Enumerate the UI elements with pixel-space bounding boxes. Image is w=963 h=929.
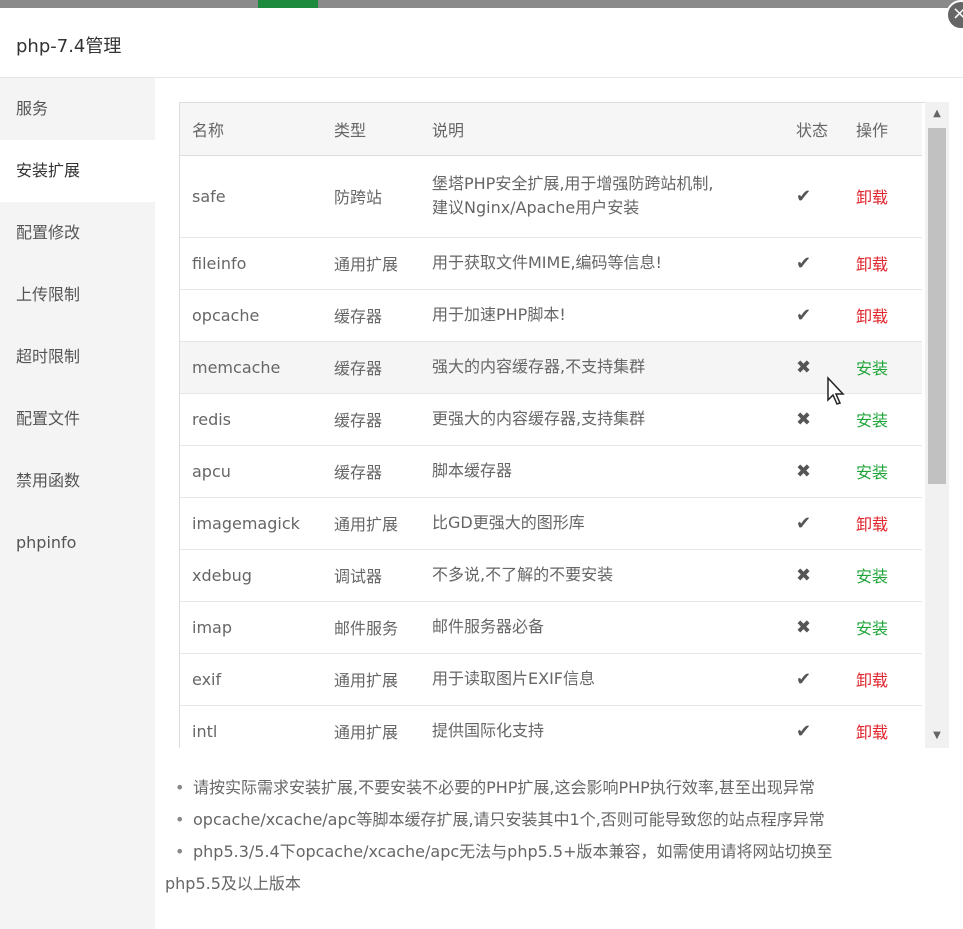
ext-name: opcache (180, 289, 322, 342)
check-icon: ✔ (784, 289, 844, 342)
check-icon: ✔ (784, 705, 844, 748)
install-link[interactable]: 安装 (844, 549, 922, 602)
install-link[interactable]: 安装 (844, 601, 922, 654)
ext-name: redis (180, 393, 322, 446)
sidebar-item-config-modify[interactable]: 配置修改 (0, 202, 155, 264)
sidebar-item-upload-limit[interactable]: 上传限制 (0, 264, 155, 326)
cross-icon: ✖ (784, 445, 844, 498)
table-row: imap 邮件服务 邮件服务器必备 ✖ 安装 (180, 601, 922, 654)
table-row: opcache 缓存器 用于加速PHP脚本! ✔ 卸载 (180, 289, 922, 342)
sidebar-item-phpinfo[interactable]: phpinfo (0, 512, 155, 574)
check-icon: ✔ (784, 155, 844, 238)
install-link[interactable]: 安装 (844, 445, 922, 498)
ext-desc: 用于加速PHP脚本! (420, 289, 784, 342)
ext-type: 通用扩展 (322, 653, 420, 706)
table-row: exif 通用扩展 用于读取图片EXIF信息 ✔ 卸载 (180, 653, 922, 706)
table-row: redis 缓存器 更强大的内容缓存器,支持集群 ✖ 安装 (180, 393, 922, 446)
ext-desc: 不多说,不了解的不要安装 (420, 549, 784, 602)
scroll-down-arrow-icon[interactable]: ▼ (925, 724, 949, 748)
ext-name: fileinfo (180, 237, 322, 290)
uninstall-link[interactable]: 卸载 (844, 653, 922, 706)
ext-name: exif (180, 653, 322, 706)
ext-desc-line1: 堡塔PHP安全扩展,用于增强防跨站机制, (432, 174, 714, 193)
ext-desc: 提供国际化支持 (420, 705, 784, 748)
ext-desc: 堡塔PHP安全扩展,用于增强防跨站机制, 建议Nginx/Apache用户安装 (420, 155, 784, 238)
cross-icon: ✖ (784, 601, 844, 654)
ext-type: 通用扩展 (322, 705, 420, 748)
uninstall-link[interactable]: 卸载 (844, 289, 922, 342)
ext-type: 缓存器 (322, 445, 420, 498)
ext-name: safe (180, 155, 322, 238)
header-state: 状态 (784, 103, 844, 156)
mouse-pointer-icon (827, 376, 845, 405)
ext-type: 缓存器 (322, 289, 420, 342)
table-row: apcu 缓存器 脚本缓存器 ✖ 安装 (180, 445, 922, 498)
extension-table: 名称 类型 说明 状态 操作 safe 防跨站 堡塔PHP安全扩展,用于增强防跨… (180, 103, 922, 748)
ext-desc: 强大的内容缓存器,不支持集群 (420, 341, 784, 394)
uninstall-link[interactable]: 卸载 (844, 155, 922, 238)
ext-type: 缓存器 (322, 393, 420, 446)
install-link[interactable]: 安装 (844, 393, 922, 446)
ext-desc: 脚本缓存器 (420, 445, 784, 498)
sidebar-item-timeout-limit[interactable]: 超时限制 (0, 326, 155, 388)
extension-table-container[interactable]: 名称 类型 说明 状态 操作 safe 防跨站 堡塔PHP安全扩展,用于增强防跨… (179, 102, 925, 748)
table-row: intl 通用扩展 提供国际化支持 ✔ 卸载 (180, 705, 922, 748)
ext-name: imagemagick (180, 497, 322, 550)
table-row: xdebug 调试器 不多说,不了解的不要安装 ✖ 安装 (180, 549, 922, 602)
sidebar-item-config-file[interactable]: 配置文件 (0, 388, 155, 450)
note-item: php5.3/5.4下opcache/xcache/apc无法与php5.5+版… (165, 836, 945, 868)
table-header-row: 名称 类型 说明 状态 操作 (180, 103, 922, 156)
ext-desc: 用于读取图片EXIF信息 (420, 653, 784, 706)
ext-name: apcu (180, 445, 322, 498)
ext-name: intl (180, 705, 322, 748)
ext-name: memcache (180, 341, 322, 394)
ext-desc: 邮件服务器必备 (420, 601, 784, 654)
uninstall-link[interactable]: 卸载 (844, 705, 922, 748)
ext-type: 防跨站 (322, 155, 420, 238)
active-tab-indicator (258, 0, 318, 8)
cross-icon: ✖ (784, 549, 844, 602)
top-strip (0, 0, 963, 8)
dialog-title: php-7.4管理 (16, 36, 122, 57)
sidebar-item-service[interactable]: 服务 (0, 78, 155, 140)
ext-name: xdebug (180, 549, 322, 602)
sidebar-item-disabled-functions[interactable]: 禁用函数 (0, 450, 155, 512)
ext-desc-line2: 建议Nginx/Apache用户安装 (432, 198, 640, 217)
header-desc: 说明 (420, 103, 784, 156)
table-scrollbar[interactable]: ▲ ▼ (925, 102, 949, 748)
note-item: 请按实际需求安装扩展,不要安装不必要的PHP扩展,这会影响PHP执行效率,甚至出… (165, 772, 945, 804)
table-row: fileinfo 通用扩展 用于获取文件MIME,编码等信息! ✔ 卸载 (180, 237, 922, 290)
ext-type: 调试器 (322, 549, 420, 602)
ext-desc: 比GD更强大的图形库 (420, 497, 784, 550)
header-type: 类型 (322, 103, 420, 156)
ext-type: 通用扩展 (322, 497, 420, 550)
check-icon: ✔ (784, 497, 844, 550)
uninstall-link[interactable]: 卸载 (844, 237, 922, 290)
ext-type: 邮件服务 (322, 601, 420, 654)
sidebar-item-install-extension[interactable]: 安装扩展 (0, 140, 155, 202)
note-item-continued: php5.5及以上版本 (165, 874, 301, 893)
check-icon: ✔ (784, 237, 844, 290)
header-name: 名称 (180, 103, 322, 156)
header-op: 操作 (844, 103, 922, 156)
check-icon: ✔ (784, 653, 844, 706)
uninstall-link[interactable]: 卸载 (844, 497, 922, 550)
install-link[interactable]: 安装 (844, 341, 922, 394)
table-row: safe 防跨站 堡塔PHP安全扩展,用于增强防跨站机制, 建议Nginx/Apa… (180, 155, 922, 238)
scrollbar-thumb[interactable] (928, 128, 946, 484)
ext-type: 缓存器 (322, 341, 420, 394)
ext-name: imap (180, 601, 322, 654)
ext-type: 通用扩展 (322, 237, 420, 290)
table-row: memcache 缓存器 强大的内容缓存器,不支持集群 ✖ 安装 (180, 341, 922, 394)
scroll-up-arrow-icon[interactable]: ▲ (925, 102, 949, 126)
note-item: opcache/xcache/apc等脚本缓存扩展,请只安装其中1个,否则可能导… (165, 804, 945, 836)
main-panel: 名称 类型 说明 状态 操作 safe 防跨站 堡塔PHP安全扩展,用于增强防跨… (155, 78, 963, 929)
sidebar: 服务 安装扩展 配置修改 上传限制 超时限制 配置文件 禁用函数 phpinfo (0, 78, 155, 929)
ext-desc: 用于获取文件MIME,编码等信息! (420, 237, 784, 290)
table-row: imagemagick 通用扩展 比GD更强大的图形库 ✔ 卸载 (180, 497, 922, 550)
ext-desc: 更强大的内容缓存器,支持集群 (420, 393, 784, 446)
help-notes: 请按实际需求安装扩展,不要安装不必要的PHP扩展,这会影响PHP执行效率,甚至出… (165, 772, 945, 900)
dialog-titlebar: php-7.4管理 (0, 8, 963, 78)
